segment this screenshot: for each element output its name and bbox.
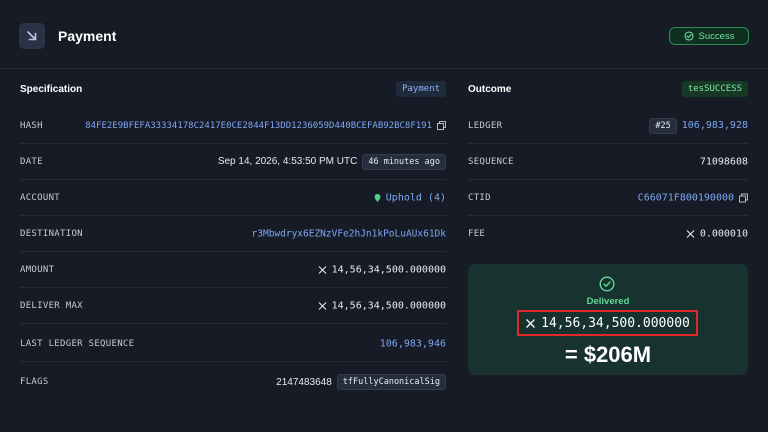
- account-row: ACCOUNT Uphold (4): [20, 180, 446, 216]
- header-divider: [0, 68, 768, 69]
- row-label: SEQUENCE: [468, 156, 514, 167]
- row-label: DELIVER MAX: [20, 300, 83, 311]
- amount-row: AMOUNT 14,56,34,500.000000: [20, 252, 446, 288]
- deliver-max-row: DELIVER MAX 14,56,34,500.000000: [20, 288, 446, 324]
- row-value-wrap: r3Mbwdryx6EZNzVFe2hJn1kPoLuAUx61Dk: [252, 228, 446, 239]
- deliver-max-value: 14,56,34,500.000000: [331, 300, 446, 311]
- date-value: Sep 14, 2026, 4:53:50 PM UTC: [217, 156, 358, 167]
- row-label: CTID: [468, 192, 491, 203]
- check-circle-icon: [683, 31, 694, 41]
- ledger-link[interactable]: 106,983,928: [682, 120, 748, 131]
- hash-link[interactable]: 84FE2E9BFEFA33334178C2417E0CE2844F13DD12…: [85, 121, 432, 131]
- ledger-index-chip: #25: [649, 117, 677, 134]
- row-value-wrap: C66071F800190000: [638, 192, 748, 203]
- row-value-wrap: 0.000010: [686, 229, 748, 240]
- row-label: LEDGER: [468, 120, 503, 131]
- xrp-icon: [526, 318, 536, 328]
- check-circle-icon: [599, 276, 615, 292]
- page-title: Payment: [58, 28, 117, 44]
- fee-value: 0.000010: [699, 228, 748, 240]
- last-ledger-link[interactable]: 106,983,946: [380, 338, 446, 349]
- ledger-row: LEDGER #25 106,983,928: [468, 108, 748, 144]
- last-ledger-sequence-row: LAST LEDGER SEQUENCE 106,983,946: [20, 326, 446, 362]
- copy-icon[interactable]: [739, 193, 748, 202]
- row-label: HASH: [20, 120, 43, 131]
- relative-time-chip: 46 minutes ago: [362, 153, 446, 170]
- row-value-wrap: 2147483648 tfFullyCanonicalSig: [276, 374, 446, 390]
- xrp-icon: [318, 301, 326, 310]
- row-value-wrap: Sep 14, 2026, 4:53:50 PM UTC 46 minutes …: [217, 153, 446, 170]
- xrp-icon: [686, 230, 695, 238]
- flags-row: FLAGS 2147483648 tfFullyCanonicalSig: [20, 364, 446, 400]
- delivered-label: Delivered: [586, 296, 630, 307]
- destination-link[interactable]: r3Mbwdryx6EZNzVFe2hJn1kPoLuAUx61Dk: [252, 228, 446, 239]
- specification-type-tag: Payment: [396, 81, 446, 97]
- sequence-row: SEQUENCE 71098608: [468, 144, 748, 180]
- row-label: FLAGS: [20, 377, 49, 387]
- date-row: DATE Sep 14, 2026, 4:53:50 PM UTC 46 min…: [20, 144, 446, 180]
- flag-chip: tfFullyCanonicalSig: [336, 374, 446, 390]
- account-link[interactable]: Uphold (4): [386, 192, 446, 203]
- flags-value: 2147483648: [276, 376, 332, 388]
- specification-heading: Specification: [20, 84, 83, 95]
- status-text: Success: [698, 30, 735, 42]
- row-value-wrap: Uphold (4): [374, 192, 446, 203]
- outcome-heading: Outcome: [468, 84, 512, 95]
- page-header: Payment Success: [0, 0, 768, 70]
- arrow-down-right-icon: [19, 23, 45, 49]
- row-label: AMOUNT: [20, 264, 55, 275]
- xrp-icon: [318, 265, 326, 274]
- delivered-card: Delivered 14,56,34,500.000000 = $206M: [468, 264, 748, 375]
- destination-row: DESTINATION r3Mbwdryx6EZNzVFe2hJn1kPoLuA…: [20, 216, 446, 252]
- status-badge: Success: [669, 27, 749, 45]
- result-code-tag: tesSUCCESS: [681, 81, 748, 97]
- delivered-amount-highlight: 14,56,34,500.000000: [517, 310, 698, 336]
- hash-row: HASH 84FE2E9BFEFA33334178C2417E0CE2844F1…: [20, 108, 446, 144]
- amount-value: 14,56,34,500.000000: [331, 264, 446, 275]
- delivered-amount-value: 14,56,34,500.000000: [541, 315, 690, 331]
- copy-icon[interactable]: [437, 121, 446, 130]
- row-value-wrap: 14,56,34,500.000000: [318, 300, 446, 311]
- row-value-wrap: #25 106,983,928: [649, 117, 748, 134]
- row-label: FEE: [468, 229, 486, 239]
- row-label: LAST LEDGER SEQUENCE: [20, 338, 135, 349]
- ctid-row: CTID C66071F800190000: [468, 180, 748, 216]
- row-value-wrap: 71098608: [700, 156, 748, 167]
- fee-row: FEE 0.000010: [468, 216, 748, 252]
- location-pin-icon: [374, 193, 381, 202]
- row-value-wrap: 14,56,34,500.000000: [318, 264, 446, 275]
- row-label: DESTINATION: [20, 228, 83, 239]
- row-value-wrap: 106,983,946: [380, 338, 446, 349]
- ctid-link[interactable]: C66071F800190000: [638, 192, 734, 203]
- delivered-usd-value: = $206M: [564, 342, 652, 367]
- row-label: DATE: [20, 156, 43, 167]
- row-value-wrap: 84FE2E9BFEFA33334178C2417E0CE2844F13DD12…: [85, 121, 446, 131]
- sequence-value: 71098608: [699, 156, 748, 167]
- row-label: ACCOUNT: [20, 192, 61, 203]
